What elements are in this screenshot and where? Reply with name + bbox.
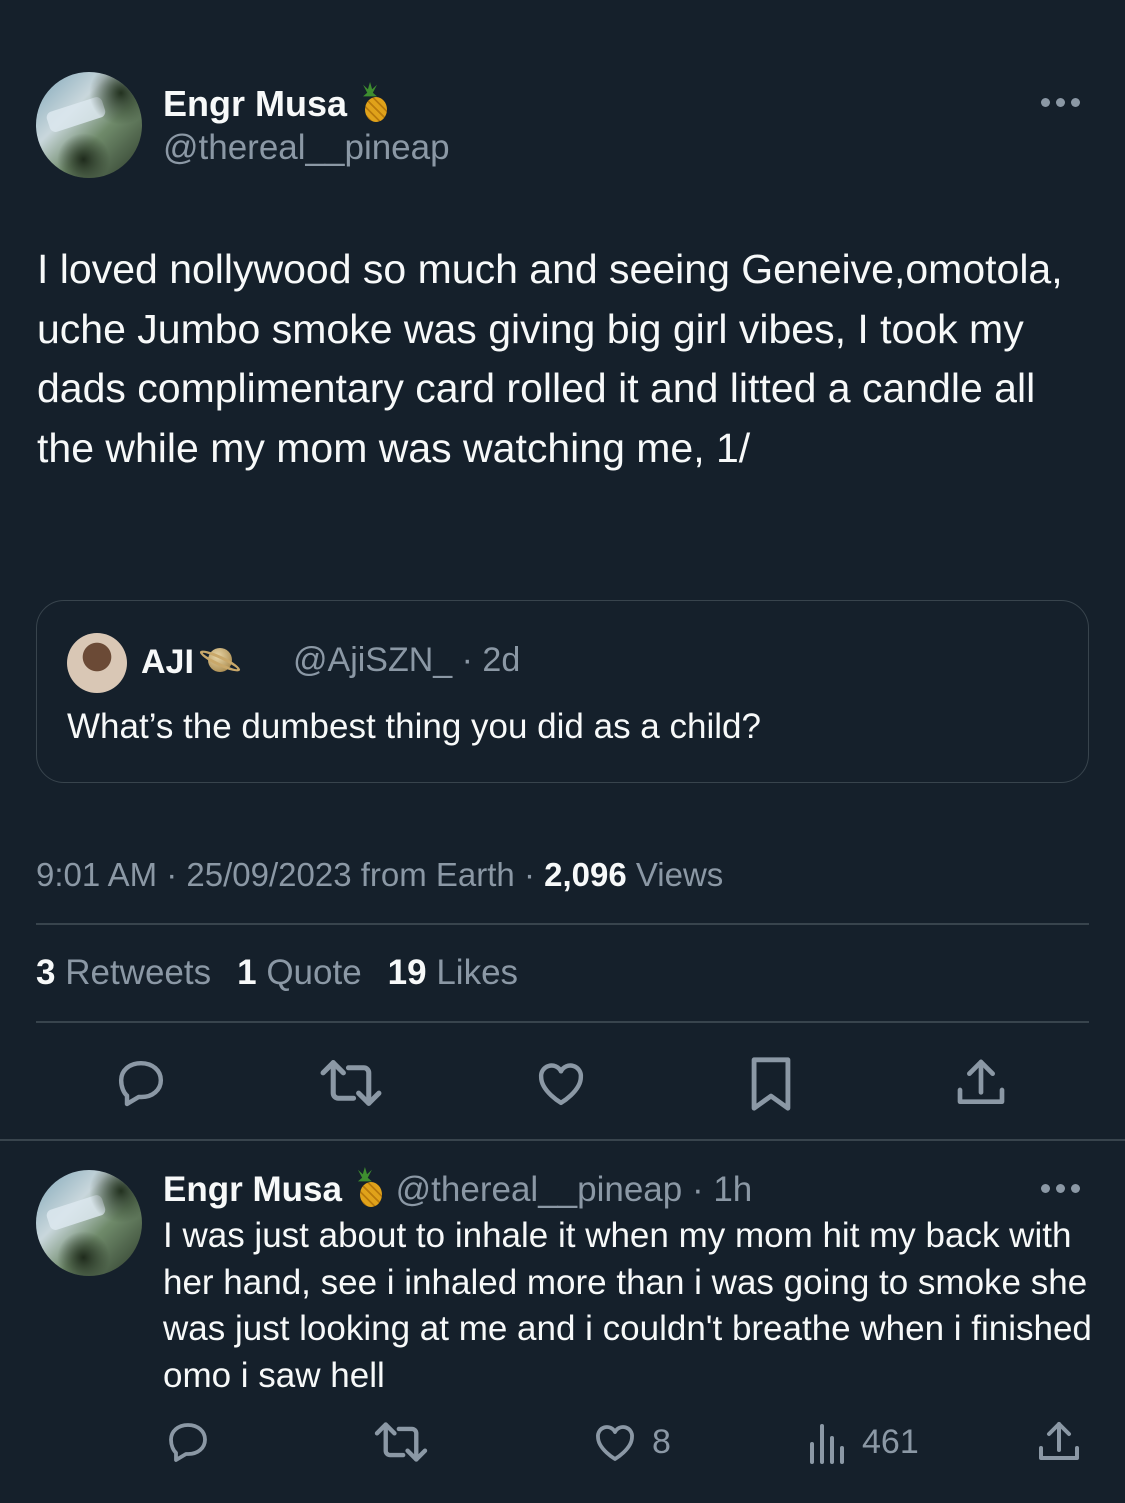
reply-like-count: 8 — [652, 1422, 671, 1461]
reply-icon — [169, 1423, 207, 1462]
retweet-icon — [320, 1060, 382, 1106]
share-button[interactable] — [952, 1055, 1010, 1111]
quoted-author-name-text: AJI — [141, 643, 194, 681]
tweet-meta: 9:01 AM · 25/09/2023 from Earth · 2,096 … — [36, 856, 723, 894]
saturn-icon — [197, 641, 242, 681]
reply-button[interactable] — [112, 1055, 170, 1111]
share-icon — [1039, 1422, 1079, 1460]
pineapple-icon — [357, 82, 388, 122]
reply-header: Engr Musa @thereal__pineap · 1h — [163, 1167, 752, 1210]
likes-stat[interactable]: 19 Likes — [388, 953, 518, 993]
like-icon — [538, 1063, 584, 1106]
author-handle[interactable]: @thereal__pineap — [163, 128, 450, 168]
divider — [0, 1139, 1125, 1141]
tweet-timestamp: 9:01 AM · 25/09/2023 from Earth · — [36, 856, 545, 893]
quoted-tweet-text: What’s the dumbest thing you did as a ch… — [67, 707, 761, 746]
tweet-detail-page: Engr Musa @thereal__pineap I loved nolly… — [0, 0, 1125, 1503]
like-button[interactable] — [532, 1055, 590, 1111]
pineapple-icon — [352, 1167, 382, 1207]
views-label: Views — [626, 856, 724, 893]
likes-count: 19 — [387, 953, 427, 992]
author-name-text[interactable]: Engr Musa — [163, 83, 347, 124]
reply-retweet-button[interactable] — [372, 1418, 430, 1466]
quoted-author-avatar — [67, 633, 127, 693]
reply-author-avatar[interactable] — [36, 1170, 142, 1276]
divider — [36, 923, 1089, 925]
reply-icon — [118, 1060, 164, 1107]
like-icon — [596, 1425, 634, 1461]
reply-views-button[interactable]: 461 — [806, 1418, 919, 1466]
retweets-label: Retweets — [65, 953, 212, 992]
quoted-tweet-card[interactable]: AJI @AjiSZN_ · 2d What’s the dumbest thi… — [36, 600, 1089, 783]
author-name[interactable]: Engr Musa — [163, 82, 388, 125]
bookmark-button[interactable] — [746, 1055, 796, 1113]
reply-handle-time[interactable]: @thereal__pineap · 1h — [396, 1170, 753, 1209]
quotes-label: Quote — [266, 953, 362, 992]
bookmark-icon — [751, 1057, 791, 1111]
reply-more-options-icon[interactable] — [1041, 1184, 1080, 1193]
retweet-button[interactable] — [318, 1055, 384, 1111]
share-icon — [957, 1059, 1005, 1104]
views-icon — [810, 1424, 844, 1464]
reply-views-count: 461 — [862, 1422, 919, 1461]
author-avatar[interactable] — [36, 72, 142, 178]
quoted-handle-time: @AjiSZN_ · 2d — [293, 641, 521, 679]
retweets-count: 3 — [36, 953, 56, 992]
tweet-text: I loved nollywood so much and seeing Gen… — [37, 246, 1063, 471]
reply-like-button[interactable]: 8 — [590, 1418, 671, 1466]
reply-reply-button[interactable] — [163, 1418, 213, 1466]
retweet-icon — [374, 1422, 428, 1462]
quotes-stat[interactable]: 1 Quote — [237, 953, 362, 993]
quoted-author-name: AJI — [141, 641, 242, 682]
tweet-stats: 3 Retweets 1 Quote 19 Likes — [36, 953, 518, 993]
likes-label: Likes — [436, 953, 519, 992]
reply-text: I was just about to inhale it when my mo… — [163, 1216, 1092, 1395]
quotes-count: 1 — [237, 953, 257, 992]
retweets-stat[interactable]: 3 Retweets — [36, 953, 211, 993]
reply-share-button[interactable] — [1034, 1418, 1084, 1466]
more-options-icon[interactable] — [1041, 98, 1080, 107]
divider — [36, 1021, 1089, 1023]
views-count: 2,096 — [544, 856, 627, 893]
reply-author-name[interactable]: Engr Musa — [163, 1170, 342, 1209]
